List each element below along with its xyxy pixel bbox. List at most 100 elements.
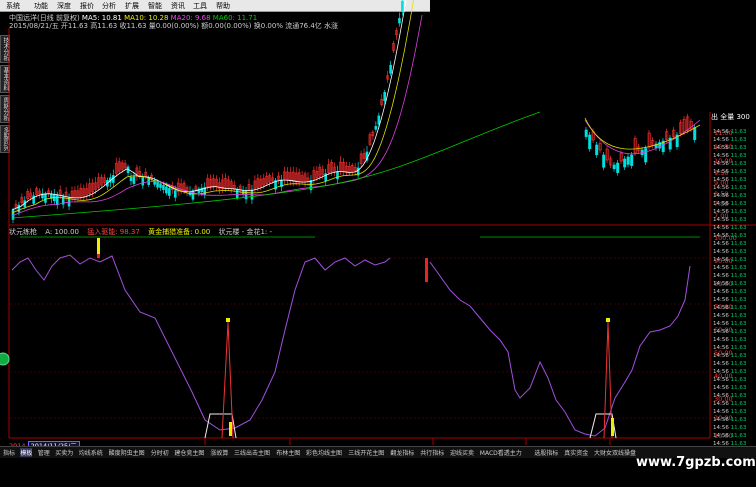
trade-price: 11.63 — [728, 321, 747, 327]
trade-time: 14:56 — [713, 193, 729, 199]
trade-time: 14:56 — [713, 161, 729, 167]
candle-body — [129, 176, 133, 182]
right-panel-label: 出 — [711, 113, 718, 121]
trade-price: 11.63 — [728, 305, 747, 311]
indicator-name[interactable]: 状元练枪 — [9, 228, 37, 236]
candle-body — [165, 186, 168, 194]
bottom-tab[interactable]: 酸度阴虫主图 — [109, 448, 145, 457]
trade-row: 14:56 11.63 — [713, 145, 746, 151]
trade-row: 14:56 11.63 — [713, 313, 746, 319]
chart-canvas[interactable] — [0, 0, 756, 487]
signal-marker — [226, 318, 230, 322]
signal-bar — [229, 422, 232, 436]
trade-price: 11.63 — [728, 193, 747, 199]
bottom-tab[interactable]: 涨故算 — [210, 448, 228, 457]
signal-bar — [97, 238, 100, 254]
trade-price: 11.63 — [728, 137, 747, 143]
trade-row: 14:56 11.63 — [713, 353, 746, 359]
trade-row: 14:56 11.63 — [713, 161, 746, 167]
indicator-header: 状元练枪 A: 100.00 猛入驱能: 98.37 黄金捕猎准备: 0.00 … — [9, 227, 272, 237]
bottom-tab[interactable]: MACD看透主力 — [480, 448, 522, 457]
ma20-line — [11, 14, 423, 217]
bottom-tab[interactable]: 分时初 — [151, 448, 169, 457]
indicator-inject: 猛入驱能: 98.37 — [87, 228, 140, 236]
candle-body — [602, 154, 606, 168]
candle-body — [141, 176, 145, 186]
bottom-tab[interactable]: 迎线买卖 — [450, 448, 474, 457]
trade-price: 11.63 — [728, 257, 747, 263]
bottom-tab[interactable]: 翻龙指标 — [390, 448, 414, 457]
trade-row: 14:56 11.63 — [713, 393, 746, 399]
trade-row: 14:56 11.63 — [713, 265, 746, 271]
trade-row: 14:56 11.63 — [713, 273, 746, 279]
trade-price: 11.63 — [728, 177, 747, 183]
bottom-tab[interactable]: 均线系统 — [79, 448, 103, 457]
bottom-tab[interactable]: 共行指标 — [420, 448, 444, 457]
trade-row: 14:56 11.63 — [713, 241, 746, 247]
bottom-tab[interactable]: 选股指标 — [534, 448, 558, 457]
trade-row: 14:56 11.63 — [713, 201, 746, 207]
bottom-tab[interactable]: 彩色均线主图 — [306, 448, 342, 457]
candle-body — [693, 127, 697, 140]
bottom-tab[interactable]: 模板 — [20, 448, 33, 457]
bottom-tab[interactable]: 布林主图 — [276, 448, 300, 457]
candle-body — [588, 134, 592, 150]
bottom-tab[interactable]: 指标 — [3, 448, 15, 457]
trade-price: 11.63 — [728, 161, 747, 167]
trade-time: 14:56 — [713, 217, 729, 223]
trade-time: 14:56 — [713, 337, 729, 343]
candle-body — [162, 185, 165, 190]
trade-time: 14:56 — [713, 241, 729, 247]
signal-bar — [611, 418, 614, 436]
trade-price: 11.63 — [728, 153, 747, 159]
candle-body — [336, 171, 339, 180]
trade-time: 14:56 — [713, 273, 729, 279]
candle-body — [626, 156, 630, 165]
candle-body — [55, 195, 59, 206]
trade-time: 14:56 — [713, 209, 729, 215]
trade-price: 11.63 — [728, 217, 747, 223]
trade-time: 14:56 — [713, 393, 729, 399]
candle-body — [44, 193, 47, 203]
trade-price: 11.63 — [728, 273, 747, 279]
candle-body — [173, 190, 177, 198]
indicator-a: A: 100.00 — [45, 228, 79, 236]
signal-spike — [221, 321, 234, 439]
trade-price: 11.63 — [728, 201, 747, 207]
candle-body — [584, 129, 588, 137]
trade-time: 14:56 — [713, 281, 729, 287]
trade-row: 14:56 11.63 — [713, 345, 746, 351]
trade-row: 14:56 11.63 — [713, 169, 746, 175]
trade-time: 14:56 — [713, 345, 729, 351]
trade-time: 14:56 — [713, 177, 729, 183]
indicator-golden: 黄金捕猎准备: 0.00 — [148, 228, 211, 236]
trade-price: 11.63 — [728, 337, 747, 343]
bottom-tab[interactable]: 买卖为 — [55, 448, 73, 457]
trade-price: 11.63 — [728, 225, 747, 231]
candle-body — [398, 18, 401, 24]
bottom-tab[interactable]: 三线开花主图 — [348, 448, 384, 457]
trade-row: 14:56 11.63 — [713, 153, 746, 159]
trade-time: 14:56 — [713, 313, 729, 319]
trade-time: 14:56 — [713, 201, 729, 207]
trade-time: 14:56 — [713, 185, 729, 191]
trade-row: 14:56 11.63 — [713, 209, 746, 215]
bottom-tab[interactable]: 三线出击主图 — [234, 448, 270, 457]
bottom-tab[interactable]: 管理 — [38, 448, 50, 457]
indicator-line — [429, 261, 691, 437]
trade-row: 14:56 11.63 — [713, 233, 746, 239]
bottom-tab[interactable]: 大财女双线操盘 — [594, 448, 636, 457]
bottom-tab[interactable]: 建仓竞主图 — [174, 448, 204, 457]
trade-price: 11.63 — [728, 385, 747, 391]
trade-price: 11.63 — [728, 289, 747, 295]
candle-body — [595, 144, 599, 156]
trade-price: 11.63 — [728, 281, 747, 287]
trade-row: 14:56 11.63 — [713, 249, 746, 255]
indicator-zhuang: 状元楼 - 金花1: - — [218, 228, 273, 236]
trade-price: 11.63 — [728, 265, 747, 271]
bottom-tab[interactable]: 真实资金 — [564, 448, 588, 457]
candle-body — [623, 158, 627, 168]
candle-body — [374, 126, 378, 130]
trade-price: 11.63 — [728, 185, 747, 191]
trade-row: 14:56 11.63 — [713, 385, 746, 391]
